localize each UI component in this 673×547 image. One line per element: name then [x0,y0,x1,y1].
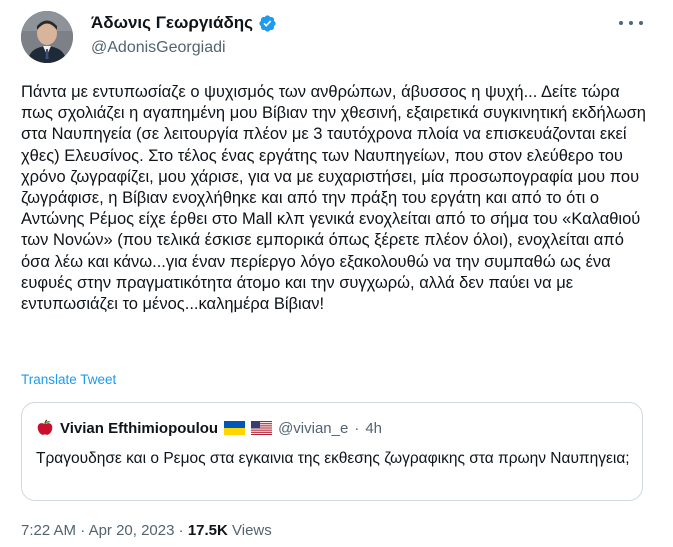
tweet-date[interactable]: Apr 20, 2023 [89,522,175,539]
author-display-name[interactable]: Άδωνις Γεωργιάδης [91,13,253,33]
translate-tweet-link[interactable]: Translate Tweet [21,372,116,387]
verified-badge-icon [259,14,276,32]
author-block: Άδωνις Γεωργιάδης @AdonisGeorgiadi [91,12,277,57]
meta-separator: · [178,522,184,539]
ukraine-flag-icon [224,421,246,435]
profile-photo-icon [21,11,73,63]
quoted-tweet-text: Τραγουδησε και ο Ρεμος στα εγκαινια της … [36,450,630,467]
tweet-card: Άδωνις Γεωργιάδης @AdonisGeorgiadi Πάντα… [0,0,673,547]
red-apple-icon [37,419,53,435]
author-handle[interactable]: @AdonisGeorgiadi [91,39,277,57]
quoted-timestamp: 4h [365,419,383,437]
quoted-separator: · [354,419,360,437]
tweet-text: Πάντα με εντυπωσίαζε ο ψυχισμός των ανθρ… [21,83,646,314]
meta-separator: · [80,522,86,539]
views-label: Views [232,522,272,539]
tweet-meta: 7:22 AM · Apr 20, 2023 · 17.5K Views [21,522,272,539]
quoted-tweet[interactable]: Vivian Efthimiopoulou @vivian_e · 4h Τρα… [21,402,643,501]
quoted-author-handle: @vivian_e [278,419,349,437]
tweet-time[interactable]: 7:22 AM [21,522,76,539]
author-avatar[interactable] [21,11,73,63]
usa-flag-icon [251,421,273,435]
more-options-icon[interactable] [619,13,643,33]
quoted-author-name: Vivian Efthimiopoulou [60,419,219,437]
quoted-tweet-header: Vivian Efthimiopoulou @vivian_e · 4h [36,419,382,437]
views-count: 17.5K [187,522,228,539]
